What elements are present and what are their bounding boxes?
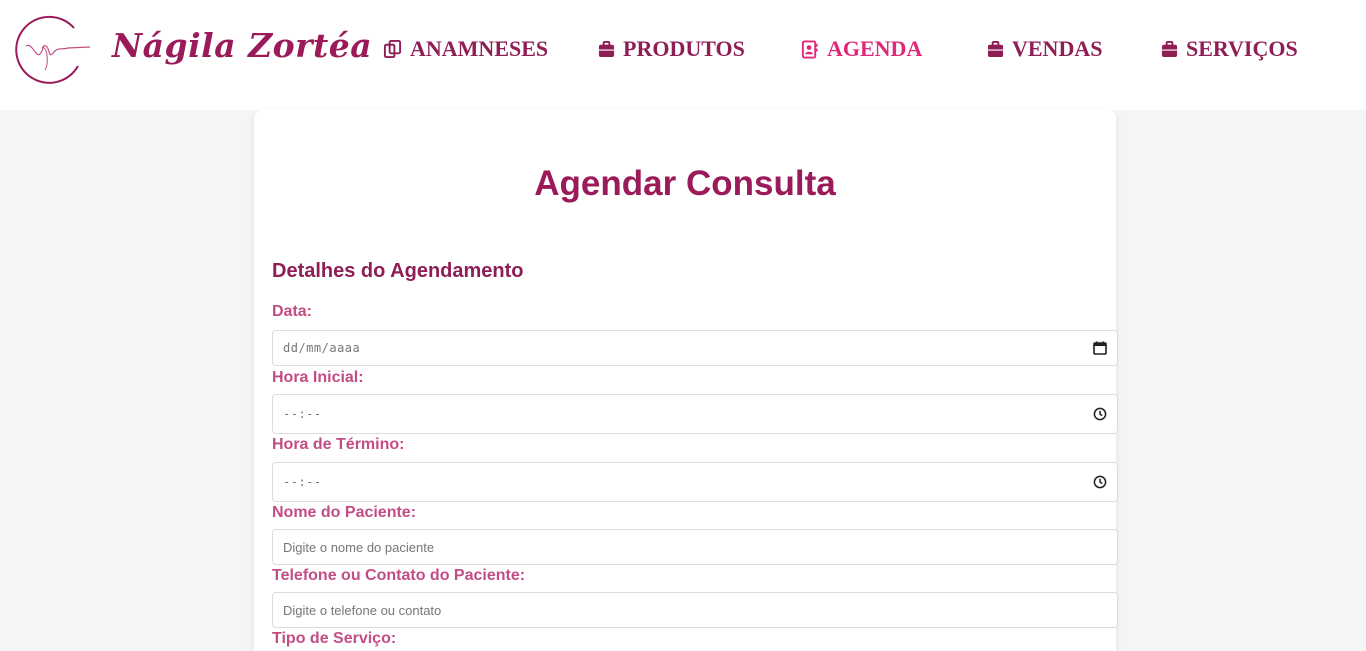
logo-monogram-icon bbox=[15, 15, 91, 84]
copy-icon bbox=[383, 39, 402, 58]
patient-contact-label: Telefone ou Contato do Paciente: bbox=[272, 567, 526, 584]
date-placeholder: dd/mm/aaaa bbox=[283, 341, 361, 355]
appointment-form-card: Agendar Consulta Detalhes do Agendamento… bbox=[254, 110, 1118, 651]
end-time-placeholder: --:-- bbox=[283, 475, 322, 489]
start-time-placeholder: --:-- bbox=[283, 407, 322, 421]
patient-contact-input[interactable]: Digite o telefone ou contato bbox=[272, 592, 1118, 628]
patient-contact-placeholder: Digite o telefone ou contato bbox=[283, 602, 442, 618]
nav-agenda-label: AGENDA bbox=[827, 36, 923, 61]
patient-name-placeholder: Digite o nome do paciente bbox=[283, 539, 435, 555]
brand-logo[interactable]: Nágila Zortéa bbox=[12, 14, 372, 84]
patient-name-input[interactable]: Digite o nome do paciente bbox=[272, 529, 1118, 565]
end-time-input[interactable]: --:-- bbox=[272, 462, 1118, 502]
start-time-input[interactable]: --:-- bbox=[272, 394, 1118, 434]
end-time-label: Hora de Término: bbox=[272, 436, 405, 453]
date-input[interactable]: dd/mm/aaaa bbox=[272, 330, 1118, 366]
page-title: Agendar Consulta bbox=[534, 164, 836, 203]
briefcase-icon bbox=[1161, 40, 1178, 57]
nav-produtos-label: PRODUTOS bbox=[623, 36, 745, 61]
clock-icon[interactable] bbox=[1093, 407, 1107, 421]
top-navbar: Nágila Zortéa ANAMNESES PRODUTOS AGENDA bbox=[0, 0, 1366, 110]
nav-anamneses[interactable]: ANAMNESES bbox=[383, 35, 548, 63]
section-title: Detalhes do Agendamento bbox=[272, 260, 524, 282]
nav-anamneses-label: ANAMNESES bbox=[410, 36, 549, 61]
briefcase-icon bbox=[598, 40, 615, 57]
calendar-icon[interactable] bbox=[1093, 341, 1107, 355]
contact-book-icon bbox=[801, 39, 818, 59]
patient-name-label: Nome do Paciente: bbox=[272, 504, 417, 521]
clock-icon[interactable] bbox=[1093, 475, 1107, 489]
nav-produtos[interactable]: PRODUTOS bbox=[598, 35, 745, 63]
nav-vendas[interactable]: VENDAS bbox=[987, 35, 1102, 63]
date-label: Data: bbox=[272, 303, 313, 320]
nav-servicos-label: SERVIÇOS bbox=[1186, 36, 1298, 61]
nav-servicos[interactable]: SERVIÇOS bbox=[1161, 35, 1298, 63]
briefcase-icon bbox=[987, 40, 1004, 57]
service-type-label: Tipo de Serviço: bbox=[272, 630, 397, 647]
nav-vendas-label: VENDAS bbox=[1012, 36, 1103, 61]
start-time-label: Hora Inicial: bbox=[272, 369, 364, 386]
nav-agenda[interactable]: AGENDA bbox=[801, 35, 922, 63]
brand-name: Nágila Zortéa bbox=[112, 26, 373, 65]
